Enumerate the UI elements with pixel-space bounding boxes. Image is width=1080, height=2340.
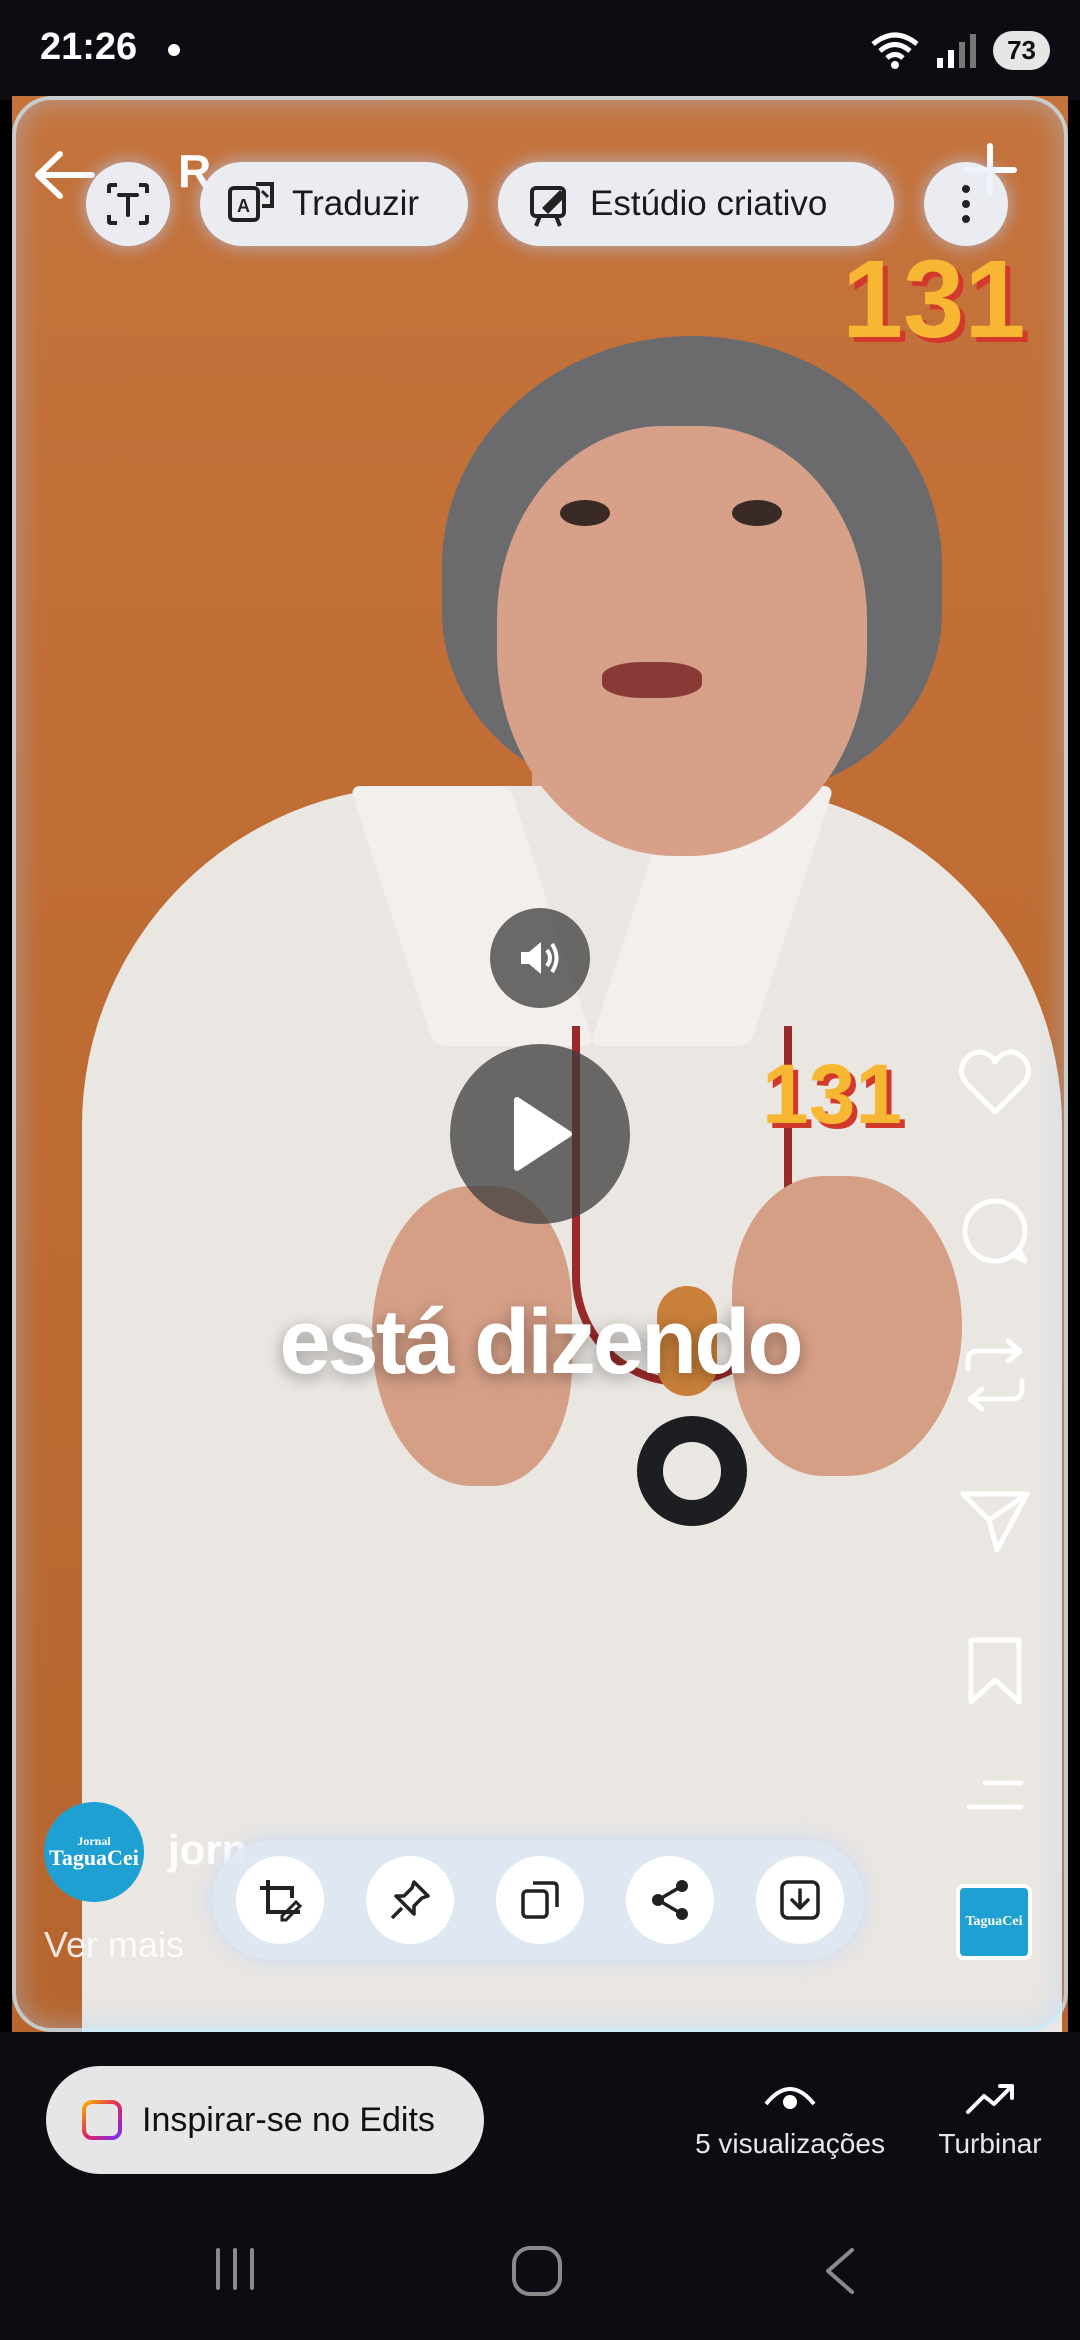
volume-toggle-button[interactable]: [490, 908, 590, 1008]
person-eye-left: [560, 500, 610, 526]
edit-crop-icon: [260, 1880, 303, 1922]
send-icon: [960, 1491, 1030, 1553]
battery-indicator: 73: [993, 30, 1050, 70]
translate-button[interactable]: A Traduzir: [200, 162, 468, 246]
edit-crop-button[interactable]: [236, 1856, 324, 1944]
pin-button[interactable]: [366, 1856, 454, 1944]
share-button[interactable]: [950, 1476, 1040, 1566]
text-select-icon: [107, 183, 149, 225]
views-counter[interactable]: 5 visualizações: [680, 2078, 900, 2160]
boost-label: Turbinar: [938, 2128, 1042, 2159]
inspire-edits-button[interactable]: Inspirar-se no Edits: [46, 2066, 484, 2174]
inspire-label: Inspirar-se no Edits: [142, 2100, 435, 2139]
creative-studio-icon: [530, 186, 566, 227]
translate-label: Traduzir: [292, 184, 420, 223]
eye-icon: [764, 2087, 816, 2109]
creative-studio-button[interactable]: Estúdio criativo: [498, 162, 894, 246]
home-icon[interactable]: [510, 2244, 564, 2298]
edits-logo-icon: [82, 2100, 122, 2140]
bookmark-icon: [968, 1637, 1022, 1705]
more-options-button[interactable]: [924, 162, 1008, 246]
necklace-pendant: [637, 1416, 747, 1526]
see-more-link[interactable]: Ver mais: [44, 1924, 184, 1966]
signal-icon: [937, 34, 977, 68]
play-icon: [514, 1097, 572, 1171]
trending-up-icon: [966, 2084, 1014, 2114]
text-select-button[interactable]: [86, 162, 170, 246]
more-actions-button[interactable]: [950, 1750, 1040, 1840]
quick-action-bar: [212, 1840, 864, 1960]
comment-icon: [962, 1198, 1028, 1264]
copy-icon: [521, 1881, 559, 1919]
status-icons: 73: [869, 30, 1050, 70]
wifi-icon: [871, 32, 919, 69]
download-icon: [780, 1880, 820, 1920]
remix-button[interactable]: [950, 1330, 1040, 1420]
audio-thumbnail-text: TaguaCei: [965, 1914, 1023, 1929]
boost-button[interactable]: Turbinar: [930, 2078, 1050, 2160]
recent-apps-icon[interactable]: [210, 2244, 260, 2294]
system-nav-bar: [0, 2222, 1080, 2340]
heart-icon: [959, 1049, 1031, 1115]
save-button[interactable]: [950, 1626, 1040, 1716]
share-link-button[interactable]: [626, 1856, 714, 1944]
creative-studio-label: Estúdio criativo: [590, 184, 828, 223]
pin-icon: [390, 1880, 430, 1920]
translate-icon: A: [228, 182, 274, 222]
status-bar: 21:26 73: [0, 0, 1080, 100]
campaign-number-badge: 131: [842, 238, 1026, 361]
share-icon: [652, 1880, 688, 1920]
back-nav-icon[interactable]: [820, 2244, 860, 2298]
play-button[interactable]: [450, 1044, 630, 1224]
comment-button[interactable]: [950, 1186, 1040, 1276]
person-mouth: [602, 662, 702, 698]
menu-lines-icon: [966, 1780, 1024, 1810]
svg-text:A: A: [237, 196, 250, 216]
copy-button[interactable]: [496, 1856, 584, 1944]
person-face: [497, 426, 867, 856]
download-button[interactable]: [756, 1856, 844, 1944]
volume-icon: [521, 942, 559, 974]
account-avatar[interactable]: Jornal TaguaCei: [44, 1802, 144, 1902]
notification-dot-icon: [168, 44, 180, 56]
audio-thumbnail[interactable]: TaguaCei: [956, 1884, 1032, 1960]
like-button[interactable]: [950, 1038, 1040, 1128]
status-time: 21:26: [40, 26, 138, 68]
avatar-text: TaguaCei: [49, 1845, 139, 1870]
views-label: 5 visualizações: [695, 2128, 885, 2159]
more-vertical-icon: [962, 185, 970, 223]
video-caption: está dizendo: [279, 1291, 803, 1393]
shirt-number-badge: 131: [762, 1047, 903, 1141]
person-eye-right: [732, 500, 782, 526]
repost-icon: [965, 1338, 1025, 1412]
